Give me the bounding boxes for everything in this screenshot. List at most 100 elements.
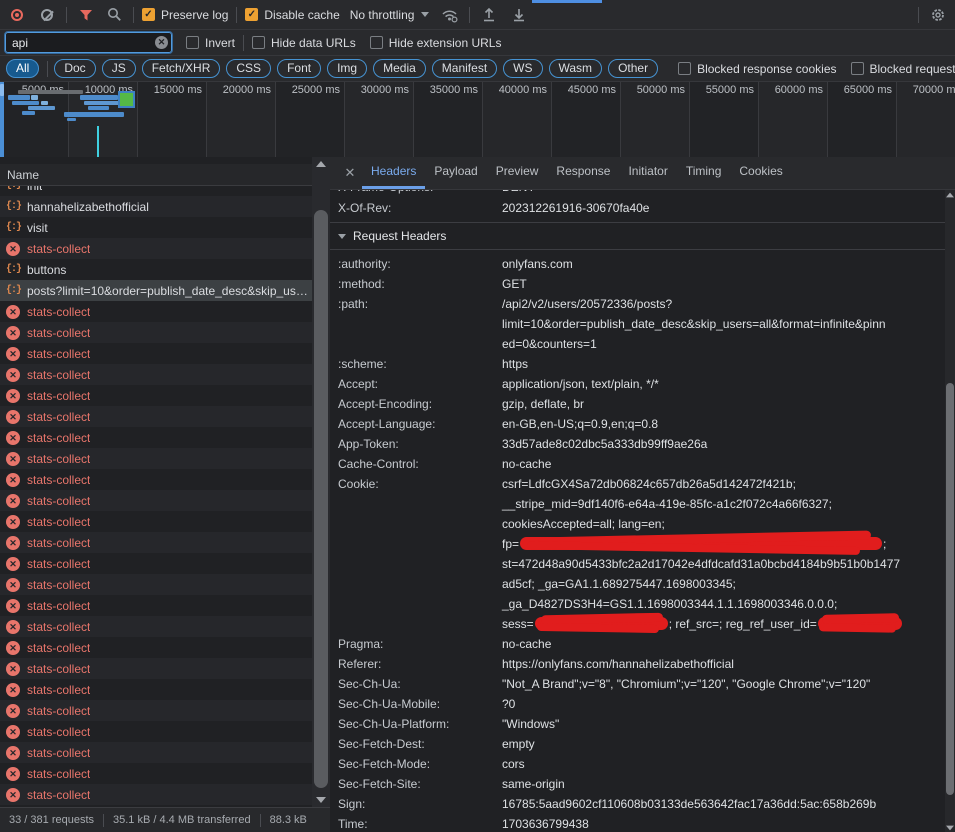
request-row[interactable]: ✕stats-collect (0, 721, 312, 742)
filter-search-input[interactable] (5, 32, 172, 53)
request-row[interactable]: ✕stats-collect (0, 658, 312, 679)
request-row[interactable]: {:}init (0, 186, 312, 196)
tab-response[interactable]: Response (547, 164, 619, 189)
filter-pill-doc[interactable]: Doc (54, 59, 95, 78)
header-value: no-cache (502, 634, 945, 654)
request-row[interactable]: ✕stats-collect (0, 616, 312, 637)
tab-timing[interactable]: Timing (677, 164, 731, 189)
filter-pill-font[interactable]: Font (277, 59, 321, 78)
request-row[interactable]: ✕stats-collect (0, 406, 312, 427)
request-row[interactable]: ✕stats-collect (0, 784, 312, 805)
tab-payload[interactable]: Payload (425, 164, 486, 189)
request-row[interactable]: ✕stats-collect (0, 532, 312, 553)
request-row[interactable]: ✕stats-collect (0, 490, 312, 511)
separator (469, 7, 470, 23)
request-row[interactable]: {:}posts?limit=10&order=publish_date_des… (0, 280, 312, 301)
hide-data-urls-label: Hide data URLs (271, 36, 356, 50)
request-row[interactable]: ✕stats-collect (0, 700, 312, 721)
overview-drag-handle[interactable] (0, 82, 4, 157)
filter-pill-ws[interactable]: WS (503, 59, 542, 78)
scroll-up-button[interactable] (316, 161, 326, 167)
filter-pill-css[interactable]: CSS (226, 59, 271, 78)
header-name: Accept-Encoding: (338, 394, 502, 414)
import-har-button[interactable] (478, 4, 500, 26)
clear-filter-icon[interactable]: ✕ (155, 36, 168, 49)
blocked-response-cookies-checkbox[interactable]: Blocked response cookies (678, 62, 836, 76)
filter-pill-img[interactable]: Img (327, 59, 367, 78)
disable-cache-checkbox[interactable]: ✓ Disable cache (245, 8, 339, 22)
timeline-tick-label: 15000 ms (154, 84, 202, 96)
network-conditions-button[interactable] (439, 4, 461, 26)
error-icon: ✕ (6, 578, 20, 592)
header-name: App-Token: (338, 434, 502, 454)
name-column-header[interactable]: Name (0, 164, 312, 186)
header-value: onlyfans.com (502, 254, 945, 274)
tab-initiator[interactable]: Initiator (619, 164, 676, 189)
request-row[interactable]: ✕stats-collect (0, 469, 312, 490)
scroll-up-button[interactable] (946, 193, 954, 198)
filter-pill-manifest[interactable]: Manifest (432, 59, 497, 78)
header-value: application/json, text/plain, */* (502, 374, 945, 394)
tab-cookies[interactable]: Cookies (730, 164, 791, 189)
details-scrollbar[interactable] (945, 190, 955, 832)
timeline-tick-label: 40000 ms (499, 84, 547, 96)
invert-checkbox[interactable]: Invert (186, 36, 235, 50)
separator (133, 7, 134, 23)
request-row[interactable]: ✕stats-collect (0, 322, 312, 343)
scroll-down-button[interactable] (946, 826, 954, 831)
request-row[interactable]: ✕stats-collect (0, 679, 312, 700)
throttling-dropdown[interactable]: No throttling (350, 8, 430, 22)
filter-pill-wasm[interactable]: Wasm (549, 59, 603, 78)
request-row[interactable]: ✕stats-collect (0, 511, 312, 532)
clear-button[interactable] (36, 4, 58, 26)
close-icon[interactable]: ✕ (338, 165, 362, 189)
request-row[interactable]: {:}hannahelizabethofficial (0, 196, 312, 217)
request-headers-section[interactable]: Request Headers (330, 222, 945, 250)
filter-pill-media[interactable]: Media (373, 59, 426, 78)
record-button[interactable] (6, 4, 28, 26)
request-row[interactable]: ✕stats-collect (0, 595, 312, 616)
tab-headers[interactable]: Headers (362, 164, 425, 189)
request-row[interactable]: ✕stats-collect (0, 763, 312, 784)
xhr-icon: {:} (6, 284, 20, 298)
devtools-network-panel: ✓ Preserve log ✓ Disable cache No thrott… (0, 0, 955, 832)
filter-pill-fetch-xhr[interactable]: Fetch/XHR (142, 59, 221, 78)
scrollbar-thumb[interactable] (314, 210, 328, 788)
header-value: DENY (502, 190, 945, 197)
request-row[interactable]: ✕stats-collect (0, 742, 312, 763)
request-row[interactable]: ✕stats-collect (0, 448, 312, 469)
filter-button[interactable] (75, 4, 97, 26)
scroll-down-button[interactable] (316, 797, 326, 803)
blocked-requests-checkbox[interactable]: Blocked requests (851, 62, 955, 76)
search-button[interactable] (103, 4, 125, 26)
request-row[interactable]: {:}visit (0, 217, 312, 238)
header-row: Sign:16785:5aad9602cf110608b03133de56364… (330, 794, 945, 814)
request-row[interactable]: ✕stats-collect (0, 637, 312, 658)
hide-data-urls-checkbox[interactable]: Hide data URLs (252, 36, 356, 50)
error-icon: ✕ (6, 641, 20, 655)
scrollbar-thumb[interactable] (946, 383, 954, 795)
hide-extension-urls-checkbox[interactable]: Hide extension URLs (370, 36, 502, 50)
request-row[interactable]: ✕stats-collect (0, 427, 312, 448)
request-row[interactable]: ✕stats-collect (0, 301, 312, 322)
request-row[interactable]: ✕stats-collect (0, 364, 312, 385)
request-row[interactable]: ✕stats-collect (0, 574, 312, 595)
redaction-scribble (535, 617, 668, 630)
request-row[interactable]: {:}buttons (0, 259, 312, 280)
overview-timeline[interactable]: 5000 ms10000 ms15000 ms20000 ms25000 ms3… (0, 82, 955, 157)
request-list-scrollbar[interactable] (312, 157, 330, 807)
separator (47, 61, 48, 77)
request-row[interactable]: ✕stats-collect (0, 238, 312, 259)
settings-button[interactable] (927, 4, 949, 26)
header-name: Sec-Ch-Ua-Platform: (338, 714, 502, 734)
filter-pill-all[interactable]: All (6, 59, 39, 78)
preserve-log-checkbox[interactable]: ✓ Preserve log (142, 8, 228, 22)
filter-pill-js[interactable]: JS (102, 59, 136, 78)
error-icon: ✕ (6, 473, 20, 487)
tab-preview[interactable]: Preview (487, 164, 548, 189)
filter-pill-other[interactable]: Other (608, 59, 658, 78)
export-har-button[interactable] (508, 4, 530, 26)
request-row[interactable]: ✕stats-collect (0, 385, 312, 406)
request-row[interactable]: ✕stats-collect (0, 343, 312, 364)
request-row[interactable]: ✕stats-collect (0, 553, 312, 574)
